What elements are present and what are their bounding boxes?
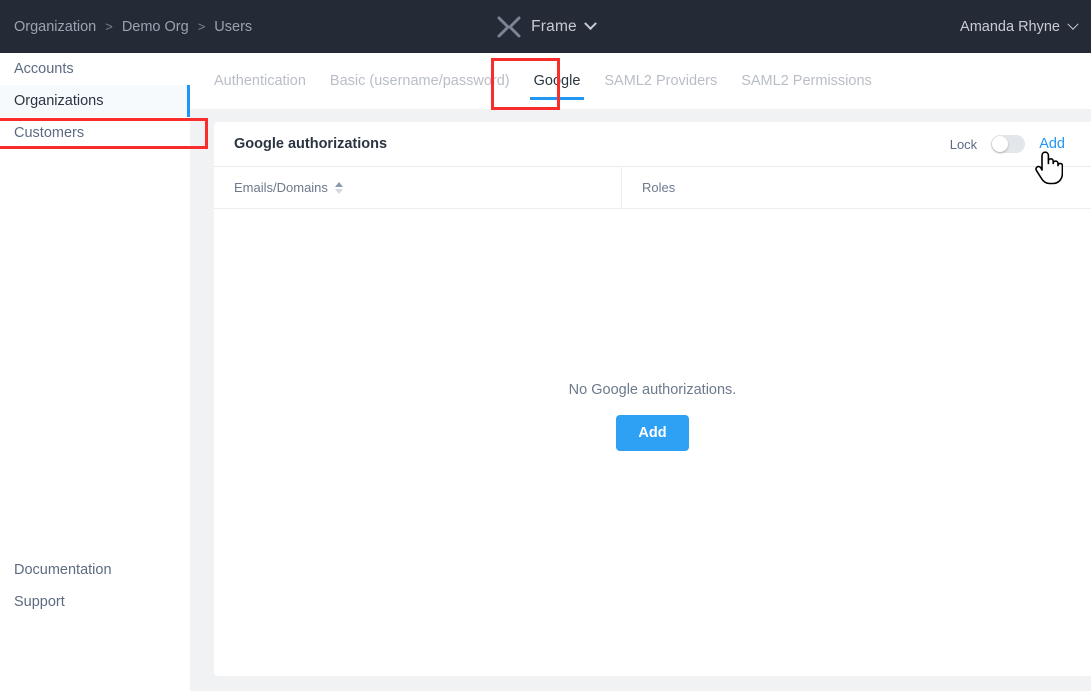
breadcrumb: Organization > Demo Org > Users [14,19,252,35]
user-menu[interactable]: Amanda Rhyne [960,19,1077,35]
lock-toggle-knob [992,136,1008,152]
breadcrumb-item-demo-org[interactable]: Demo Org [122,19,189,35]
tab-google[interactable]: Google [526,53,589,109]
add-link[interactable]: Add [1039,136,1065,152]
tab-saml2-permissions[interactable]: SAML2 Permissions [733,53,880,109]
column-header-roles: Roles [622,167,1091,208]
empty-state-message: No Google authorizations. [214,382,1091,398]
card-title: Google authorizations [234,136,387,152]
column-header-label: Roles [642,180,675,195]
sidebar-item-label: Accounts [14,61,74,77]
tab-bar: Authentication Basic (username/password)… [190,53,1091,109]
sort-updown-icon[interactable] [335,181,344,195]
tab-label: SAML2 Providers [604,73,717,89]
tab-label: Google [534,73,581,89]
sidebar-item-accounts[interactable]: Accounts [0,53,190,85]
top-bar: Organization > Demo Org > Users Frame Am… [0,0,1091,53]
breadcrumb-item-organization[interactable]: Organization [14,19,96,35]
tab-basic-username-password[interactable]: Basic (username/password) [322,53,518,109]
column-header-label: Emails/Domains [234,180,328,195]
breadcrumb-item-users[interactable]: Users [214,19,252,35]
chevron-down-icon [584,17,597,30]
breadcrumb-separator: > [105,19,113,34]
brand-name: Frame [531,18,577,36]
user-name: Amanda Rhyne [960,19,1060,35]
tab-authentication[interactable]: Authentication [206,53,314,109]
card-header: Google authorizations Lock Add [214,122,1091,167]
sidebar-item-label: Support [14,594,65,610]
lock-toggle[interactable] [991,135,1025,153]
sidebar-item-support[interactable]: Support [0,586,190,618]
tab-label: Basic (username/password) [330,73,510,89]
google-authorizations-card: Google authorizations Lock Add Emails/Do… [214,122,1091,676]
sidebar-item-documentation[interactable]: Documentation [0,554,190,586]
sidebar-secondary-nav: Documentation Support [0,554,190,618]
breadcrumb-separator: > [198,19,206,34]
x-logo-icon [496,16,522,38]
tab-label: SAML2 Permissions [741,73,872,89]
sidebar-item-label: Customers [14,125,84,141]
table-header-row: Emails/Domains Roles [214,167,1091,209]
sidebar-item-label: Organizations [14,93,103,109]
lock-label: Lock [950,137,977,152]
empty-state-add-button[interactable]: Add [616,415,688,451]
brand-menu[interactable]: Frame [476,16,616,38]
sidebar-item-label: Documentation [14,562,112,578]
card-header-actions: Lock Add [950,135,1065,153]
sidebar: Accounts Organizations Customers Documen… [0,53,190,691]
sidebar-primary-nav: Accounts Organizations Customers [0,53,190,149]
chevron-down-icon [1067,18,1078,29]
sidebar-item-organizations[interactable]: Organizations [0,85,190,117]
tab-label: Authentication [214,73,306,89]
column-header-emails-domains[interactable]: Emails/Domains [214,167,622,208]
tab-saml2-providers[interactable]: SAML2 Providers [596,53,725,109]
sidebar-item-customers[interactable]: Customers [0,117,190,149]
empty-state: No Google authorizations. Add [214,382,1091,451]
